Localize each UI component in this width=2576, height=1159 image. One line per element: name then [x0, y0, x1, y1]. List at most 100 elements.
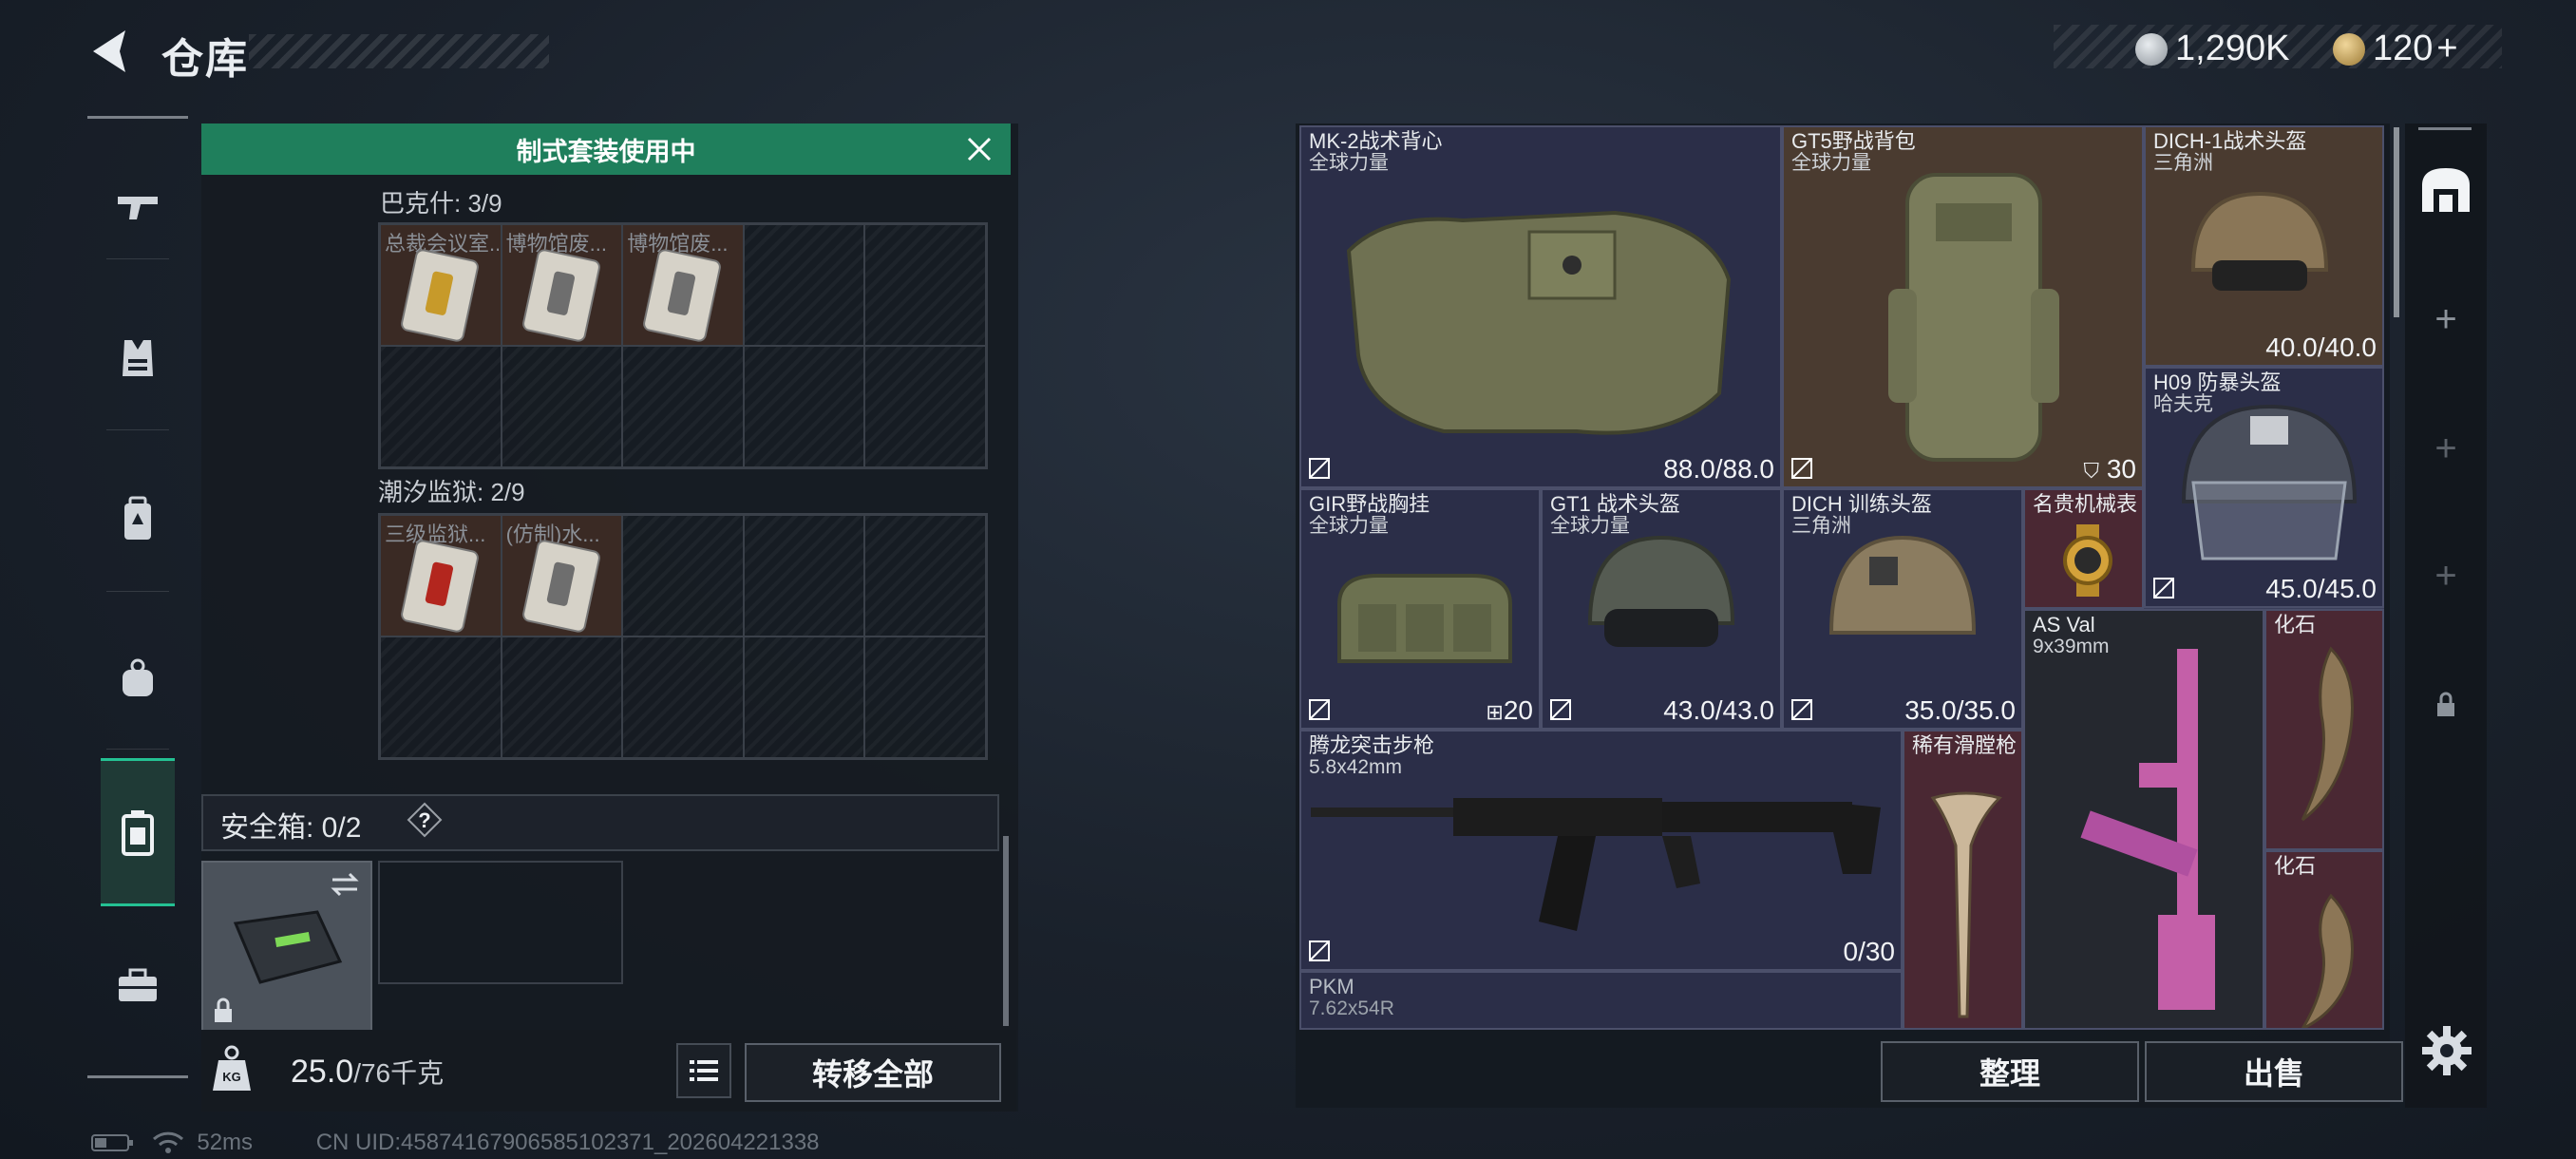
inventory-scrollbar[interactable]	[2394, 127, 2399, 317]
swap-icon[interactable]	[329, 870, 361, 899]
empty-slot[interactable]	[622, 636, 744, 758]
transfer-all-button[interactable]: 转移全部	[745, 1043, 1001, 1102]
container-icon	[122, 810, 154, 856]
empty-slot[interactable]	[864, 346, 986, 467]
loadout-banner: 制式套装使用中	[201, 124, 1011, 175]
no-trade-icon	[1309, 940, 1330, 961]
page-title: 仓库	[161, 36, 249, 83]
weight-readout: 25.0/76千克	[291, 1053, 444, 1091]
inventory-item[interactable]: 化石	[2264, 850, 2384, 1030]
wifi-icon	[152, 1131, 183, 1153]
storage-tab-main[interactable]	[2405, 152, 2487, 228]
item-name: MK-2战术背心	[1309, 129, 1443, 153]
sidebar-divider	[106, 749, 169, 750]
vest-icon	[123, 340, 153, 376]
item-caliber: 7.62x54R	[1309, 998, 1394, 1019]
inventory-item[interactable]: 稀有滑膛枪	[1903, 730, 2023, 1030]
empty-slot[interactable]	[501, 346, 623, 467]
inventory-item[interactable]: PKM 7.62x54R	[1299, 971, 1903, 1030]
inventory-item[interactable]: GT1 战术头盔 全球力量 43.0/43.0	[1541, 488, 1782, 730]
grid-item[interactable]: 博物馆废...	[501, 224, 623, 346]
safe-box-label: 安全箱: 0/2	[220, 812, 362, 844]
sell-button[interactable]: 出售	[2145, 1041, 2403, 1102]
empty-slot[interactable]	[864, 636, 986, 758]
empty-slot[interactable]	[743, 224, 865, 346]
grid-item[interactable]: 总裁会议室...	[380, 224, 502, 346]
grid-item[interactable]: 博物馆废...	[622, 224, 744, 346]
item-name: 化石	[2274, 613, 2317, 636]
item-faction: 全球力量	[1309, 515, 1389, 537]
help-icon[interactable]: ?	[407, 802, 443, 838]
sidebar-item-container[interactable]	[101, 758, 175, 906]
section-label-bakhsh: 巴克什: 3/9	[380, 189, 502, 218]
inventory-item[interactable]: GIR野战胸挂 全球力量 ⊞20	[1299, 488, 1541, 730]
add-currency-button[interactable]: +	[2436, 28, 2457, 68]
list-view-button[interactable]	[676, 1043, 731, 1098]
no-trade-icon	[1791, 458, 1812, 479]
empty-slot[interactable]	[743, 636, 865, 758]
item-durability: 35.0/35.0	[1904, 695, 2016, 725]
sidebar-item-backpack[interactable]	[87, 467, 188, 572]
keycard-icon	[522, 541, 599, 632]
inventory-item[interactable]: GT5野战背包 全球力量 ⛉ 30	[1782, 125, 2144, 488]
grid-item[interactable]: 三级监狱...	[380, 515, 502, 636]
empty-slot[interactable]	[622, 515, 744, 636]
empty-slot[interactable]	[864, 224, 986, 346]
container-grid-bakhsh: 总裁会议室... 博物馆废... 博物馆废...	[378, 222, 988, 469]
inventory-item[interactable]: MK-2战术背心 全球力量 88.0/88.0	[1299, 125, 1782, 488]
item-faction: 全球力量	[1550, 515, 1630, 537]
add-storage-tab-button[interactable]: +	[2405, 538, 2487, 614]
empty-slot[interactable]	[380, 346, 502, 467]
back-arrow-icon[interactable]	[87, 27, 135, 76]
grid-item[interactable]: (仿制)水...	[501, 515, 623, 636]
safe-box-empty-slot[interactable]	[378, 861, 623, 984]
safe-case-icon	[233, 910, 343, 984]
status-bar: 52ms CN UID:4587416790658510237​1_202604…	[91, 1129, 820, 1156]
musket-item-icon	[1930, 791, 2002, 1018]
empty-slot[interactable]	[743, 515, 865, 636]
sort-button[interactable]: 整理	[1881, 1041, 2139, 1102]
container-grid-tidal-prison: 三级监狱... (仿制)水...	[378, 513, 988, 760]
inventory-item[interactable]: AS Val 9x39mm	[2023, 609, 2264, 1030]
safe-box-slot[interactable]	[201, 861, 372, 1034]
bag-icon	[123, 658, 153, 696]
stash-scrollbar[interactable]	[1003, 836, 1009, 1026]
sidebar-divider	[106, 429, 169, 430]
inventory-item[interactable]: DICH-1战术头盔 三角洲 40.0/40.0	[2144, 125, 2384, 367]
close-icon[interactable]	[961, 131, 997, 167]
gear-icon[interactable]	[2418, 1022, 2475, 1079]
sidebar-item-bag[interactable]	[87, 625, 188, 730]
sidebar-item-toolbox[interactable]	[87, 933, 188, 1037]
add-storage-tab-button[interactable]: +	[2405, 410, 2487, 486]
inventory-item[interactable]: H09 防暴头盔 哈夫克 45.0/45.0	[2144, 367, 2384, 608]
lock-icon	[2437, 692, 2454, 716]
empty-slot[interactable]	[380, 636, 502, 758]
no-trade-icon	[1791, 699, 1812, 720]
empty-slot[interactable]	[501, 636, 623, 758]
sidebar-item-weapons[interactable]	[87, 154, 188, 258]
item-name: GIR野战胸挂	[1309, 492, 1430, 516]
helmet-item-icon	[1587, 535, 1735, 647]
add-storage-tab-button[interactable]: +	[2405, 281, 2487, 357]
item-capacity: ⛉ 30	[2084, 454, 2136, 484]
keycard-icon	[644, 250, 721, 341]
section-label-tidal-prison: 潮汐监狱: 2/9	[378, 478, 525, 506]
empty-slot[interactable]	[743, 346, 865, 467]
locked-storage-tab[interactable]	[2405, 667, 2487, 743]
item-capacity-value: 30	[2106, 454, 2136, 484]
item-faction: 全球力量	[1309, 152, 1389, 174]
item-name: GT5野战背包	[1791, 129, 1916, 153]
item-faction: 哈夫克	[2153, 393, 2213, 415]
gun-icon	[118, 197, 158, 219]
rifle-item-icon	[1311, 798, 1881, 931]
empty-slot[interactable]	[864, 515, 986, 636]
inventory-item[interactable]: 化石	[2264, 609, 2384, 850]
currency-bar: 1,290K 120 +	[2054, 25, 2502, 68]
empty-slot[interactable]	[622, 346, 744, 467]
sidebar-item-vest[interactable]	[87, 306, 188, 410]
item-faction: 三角洲	[1791, 515, 1851, 537]
inventory-item[interactable]: 腾龙突击步枪 5.8x42mm 0/30	[1299, 730, 1903, 971]
inventory-item[interactable]: DICH 训练头盔 三角洲 35.0/35.0	[1782, 488, 2023, 730]
loadout-banner-text: 制式套装使用中	[516, 137, 696, 166]
inventory-item[interactable]: 名贵机械表	[2023, 488, 2144, 609]
